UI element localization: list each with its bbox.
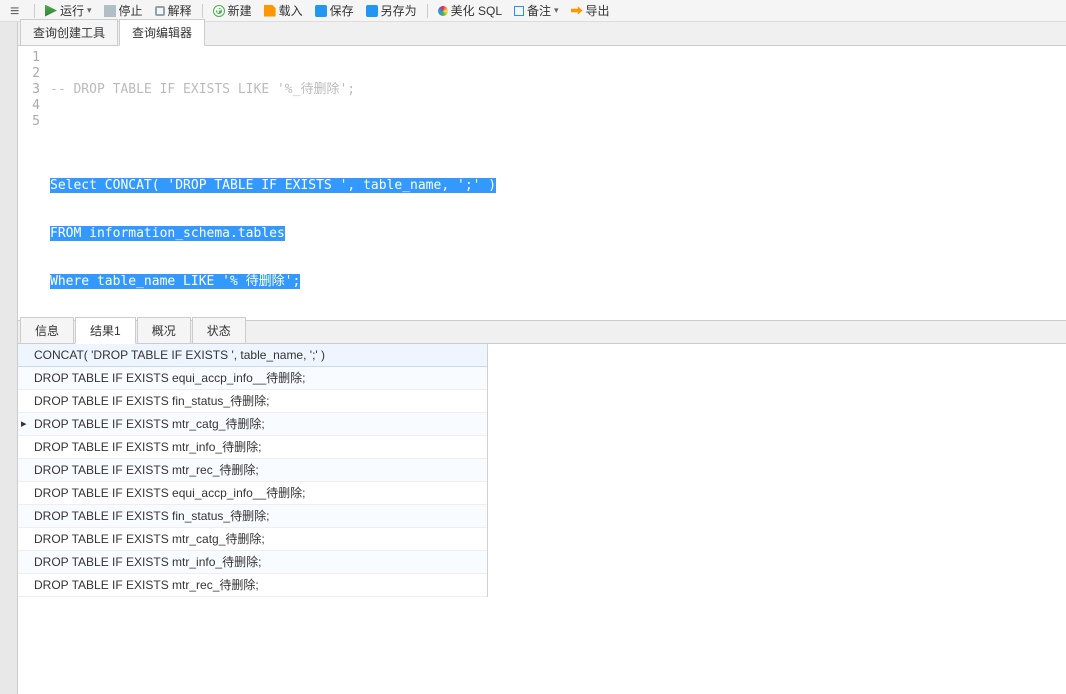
tab-info[interactable]: 信息: [20, 317, 74, 343]
workspace: 查询创建工具 查询编辑器 1 2 3 4 5 -- DROP TABLE IF …: [18, 22, 1066, 694]
line-number: 1: [18, 50, 40, 66]
code-area[interactable]: -- DROP TABLE IF EXISTS LIKE '%_待删除'; Se…: [46, 46, 1066, 320]
line-number: 3: [18, 82, 40, 98]
tab-query-builder[interactable]: 查询创建工具: [20, 19, 118, 45]
selected-text: Select CONCAT( 'DROP TABLE IF EXISTS ', …: [50, 178, 496, 193]
save-icon: [315, 5, 327, 17]
tab-query-editor[interactable]: 查询编辑器: [119, 19, 205, 46]
menu-button[interactable]: [6, 5, 28, 17]
export-icon: [571, 5, 583, 17]
line-number: 5: [18, 114, 40, 130]
selected-text: FROM information_schema.tables: [50, 226, 285, 241]
run-button[interactable]: 运行▾: [41, 2, 96, 19]
explain-label: 解释: [168, 2, 192, 19]
table-row[interactable]: DROP TABLE IF EXISTS mtr_info_待删除;: [18, 436, 487, 459]
table-row[interactable]: DROP TABLE IF EXISTS mtr_info_待删除;: [18, 551, 487, 574]
export-label: 导出: [586, 2, 610, 19]
code-line: -- DROP TABLE IF EXISTS LIKE '%_待删除';: [50, 82, 1066, 98]
stop-button[interactable]: 停止: [100, 2, 147, 19]
new-label: 新建: [228, 2, 252, 19]
saveas-button[interactable]: 另存为: [362, 2, 421, 19]
stop-icon: [104, 5, 116, 17]
dropdown-caret-icon: ▾: [554, 5, 559, 16]
new-icon: [213, 5, 225, 17]
save-button[interactable]: 保存: [311, 2, 358, 19]
save-label: 保存: [330, 2, 354, 19]
load-button[interactable]: 载入: [260, 2, 307, 19]
saveas-label: 另存为: [381, 2, 417, 19]
table-row[interactable]: DROP TABLE IF EXISTS mtr_rec_待删除;: [18, 459, 487, 482]
line-number: 4: [18, 98, 40, 114]
table-row[interactable]: DROP TABLE IF EXISTS mtr_catg_待删除;: [18, 413, 487, 436]
table-row[interactable]: DROP TABLE IF EXISTS mtr_rec_待删除;: [18, 574, 487, 597]
beautify-button[interactable]: 美化 SQL: [434, 2, 506, 19]
grid-column-header[interactable]: CONCAT( 'DROP TABLE IF EXISTS ', table_n…: [18, 344, 487, 367]
explain-icon: [155, 6, 165, 16]
export-button[interactable]: 导出: [567, 2, 614, 19]
table-row[interactable]: DROP TABLE IF EXISTS equi_accp_info__待删除…: [18, 367, 487, 390]
code-line: Select CONCAT( 'DROP TABLE IF EXISTS ', …: [50, 178, 1066, 194]
code-line: FROM information_schema.tables: [50, 226, 1066, 242]
tab-result1[interactable]: 结果1: [75, 317, 136, 344]
comment-text: -- DROP TABLE IF EXISTS LIKE '%_待删除';: [50, 82, 355, 97]
table-row[interactable]: DROP TABLE IF EXISTS equi_accp_info__待删除…: [18, 482, 487, 505]
line-number-gutter: 1 2 3 4 5: [18, 46, 46, 320]
new-button[interactable]: 新建: [209, 2, 256, 19]
toolbar-separator: [34, 4, 35, 18]
editor-tabs: 查询创建工具 查询编辑器: [18, 22, 1066, 46]
toolbar-separator: [202, 4, 203, 18]
hamburger-icon: [10, 5, 24, 17]
selected-text: Where table_name LIKE '% 待删除';: [50, 274, 300, 289]
note-button[interactable]: 备注▾: [510, 2, 563, 19]
result-tabs: 信息 结果1 概况 状态: [18, 320, 1066, 344]
note-icon: [514, 6, 524, 16]
stop-label: 停止: [119, 2, 143, 19]
table-row[interactable]: DROP TABLE IF EXISTS mtr_catg_待删除;: [18, 528, 487, 551]
sql-editor[interactable]: 1 2 3 4 5 -- DROP TABLE IF EXISTS LIKE '…: [18, 46, 1066, 320]
results-pane: CONCAT( 'DROP TABLE IF EXISTS ', table_n…: [18, 344, 1066, 694]
saveas-icon: [366, 5, 378, 17]
tab-overview[interactable]: 概况: [137, 317, 191, 343]
line-number: 2: [18, 66, 40, 82]
dropdown-caret-icon: ▾: [87, 5, 92, 16]
table-row[interactable]: DROP TABLE IF EXISTS fin_status_待删除;: [18, 390, 487, 413]
load-label: 载入: [279, 2, 303, 19]
run-label: 运行: [60, 2, 84, 19]
toolbar-separator: [427, 4, 428, 18]
load-icon: [264, 5, 276, 17]
result-grid[interactable]: CONCAT( 'DROP TABLE IF EXISTS ', table_n…: [18, 344, 488, 597]
beautify-icon: [438, 6, 448, 16]
tab-status[interactable]: 状态: [192, 317, 246, 343]
table-row[interactable]: DROP TABLE IF EXISTS fin_status_待删除;: [18, 505, 487, 528]
beautify-label: 美化 SQL: [451, 2, 502, 19]
explain-button[interactable]: 解释: [151, 2, 196, 19]
play-icon: [45, 5, 57, 17]
code-line: Where table_name LIKE '% 待删除';: [50, 274, 1066, 290]
code-line: [50, 130, 1066, 146]
note-label: 备注: [527, 2, 551, 19]
left-gutter: [0, 22, 18, 694]
